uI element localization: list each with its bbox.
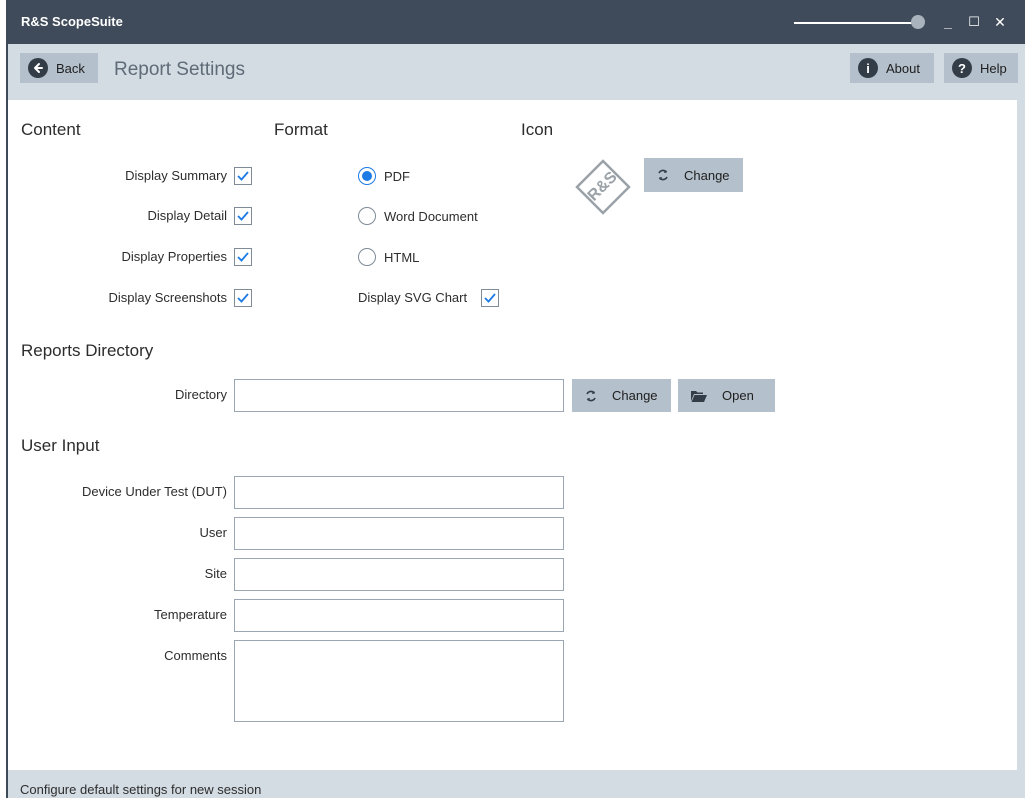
directory-open-button[interactable]: Open [678,379,775,412]
about-label: About [886,60,920,76]
zoom-slider[interactable] [794,15,925,29]
user-label: User [199,525,227,540]
radio-selected-dot [362,171,372,181]
app-window: R&S ScopeSuite _ ☐ ✕ Back Report Setting… [8,0,1025,798]
settings-panel: Content Display Summary Display Detail D… [8,100,1017,770]
display-svg-chart-checkbox[interactable] [481,289,499,307]
directory-open-label: Open [722,388,754,403]
display-properties-checkbox[interactable] [234,248,252,266]
rs-logo: R&S [573,157,633,217]
help-button[interactable]: ? Help [944,53,1018,83]
back-button[interactable]: Back [20,53,98,83]
checkmark-icon [484,293,496,303]
zoom-slider-fill [794,22,918,24]
reports-directory-heading: Reports Directory [21,341,154,360]
temperature-label: Temperature [154,607,227,622]
dut-label: Device Under Test (DUT) [82,484,227,499]
comments-label: Comments [164,648,227,663]
arrow-left-icon [28,58,48,78]
about-button[interactable]: i About [850,53,934,83]
display-detail-label: Display Detail [147,208,227,223]
title-bar: R&S ScopeSuite _ ☐ ✕ [8,0,1025,44]
dut-input[interactable] [234,476,564,509]
display-summary-checkbox[interactable] [234,167,252,185]
user-input-heading: User Input [21,436,100,455]
info-icon: i [858,58,878,78]
site-label: Site [204,566,227,581]
content-heading: Content [21,120,81,139]
display-summary-label: Display Summary [125,168,227,183]
user-input[interactable] [234,517,564,550]
checkmark-icon [237,171,249,181]
back-label: Back [56,60,85,76]
format-html-label[interactable]: HTML [384,250,419,265]
format-word-label[interactable]: Word Document [384,209,478,224]
close-button[interactable]: ✕ [990,12,1010,32]
status-bar: Configure default settings for new sessi… [8,776,1025,798]
refresh-icon [656,168,670,182]
window-left-border [0,0,8,798]
display-detail-checkbox[interactable] [234,207,252,225]
zoom-slider-thumb[interactable] [910,15,925,29]
refresh-icon [584,389,598,403]
format-html-radio[interactable] [358,248,376,266]
directory-change-button[interactable]: Change [572,379,671,412]
checkmark-icon [237,293,249,303]
maximize-button[interactable]: ☐ [964,12,984,32]
directory-input[interactable] [234,379,564,412]
icon-change-button[interactable]: Change [644,158,743,192]
checkmark-icon [237,252,249,262]
format-heading: Format [274,120,328,139]
format-pdf-radio[interactable] [358,167,376,185]
icon-change-label: Change [684,167,730,183]
help-label: Help [980,60,1007,76]
format-word-radio[interactable] [358,207,376,225]
minimize-button[interactable]: _ [938,12,958,32]
comments-textarea[interactable] [234,640,564,722]
checkmark-icon [237,211,249,221]
directory-change-label: Change [612,388,658,403]
format-pdf-label[interactable]: PDF [384,169,410,184]
display-screenshots-label: Display Screenshots [108,290,228,305]
display-screenshots-checkbox[interactable] [234,289,252,307]
folder-open-icon [690,389,708,403]
app-title: R&S ScopeSuite [21,14,123,29]
display-svg-chart-label: Display SVG Chart [358,290,468,305]
navigation-bar: Back Report Settings i About ? Help [8,44,1025,92]
directory-label: Directory [174,387,227,402]
icon-heading: Icon [521,120,554,139]
page-title: Report Settings [114,59,245,80]
site-input[interactable] [234,558,564,591]
display-properties-label: Display Properties [121,249,228,264]
temperature-input[interactable] [234,599,564,632]
question-icon: ? [952,58,972,78]
